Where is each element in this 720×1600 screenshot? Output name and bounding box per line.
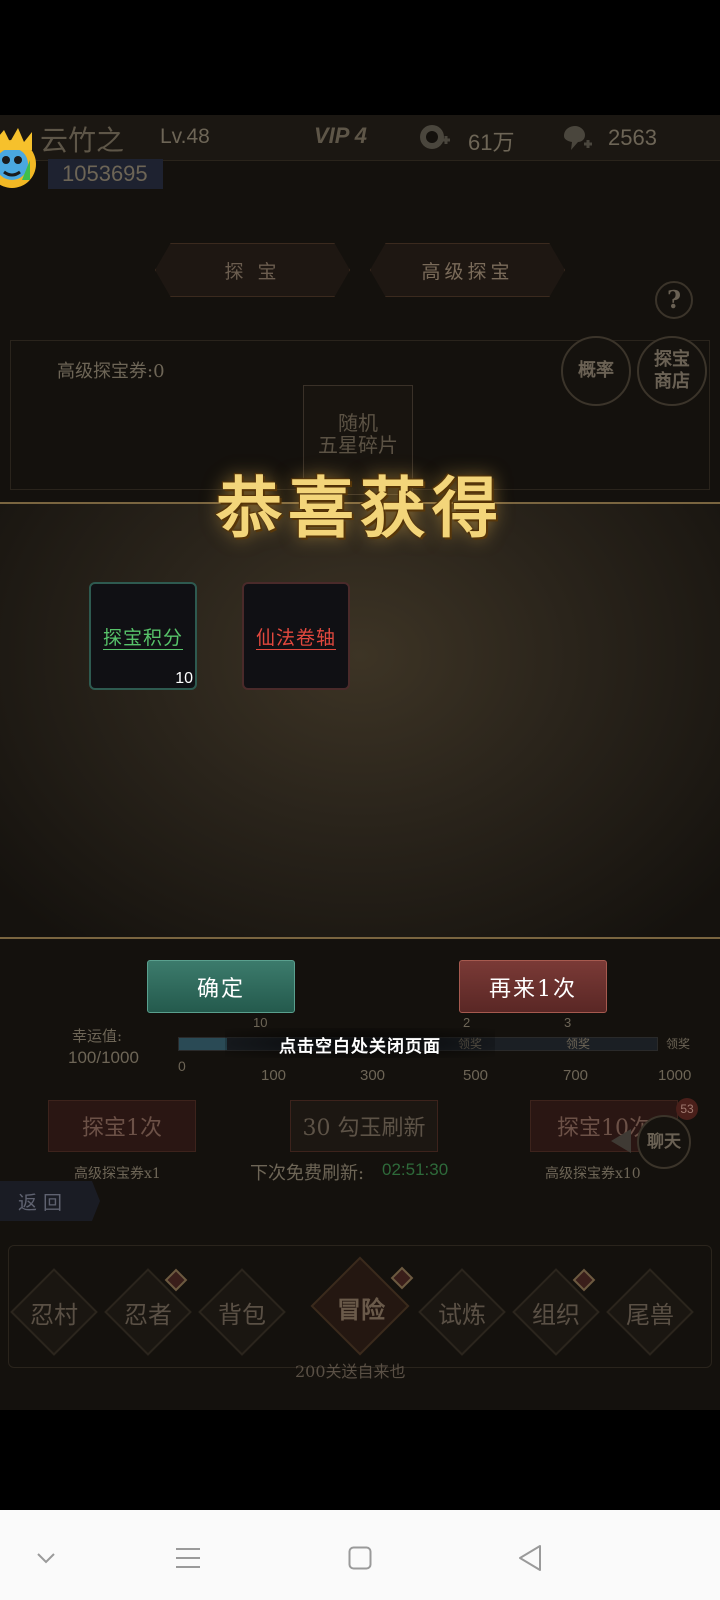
nav-tailed-beast[interactable]: 尾兽 [606,1268,694,1356]
nav-tailed-beast-label: 尾兽 [626,1300,674,1329]
gem-icon [558,122,594,154]
chat-button[interactable]: 聊天 [637,1115,691,1169]
nav-bag[interactable]: 背包 [198,1268,286,1356]
nav-adventure-label: 冒险 [337,1294,385,1324]
ticket-count: 高级探宝券:0 [57,361,165,382]
milestone-100: 100 [261,1067,287,1084]
system-nav-bar [0,1510,720,1600]
luck-start: 0 [178,1058,186,1074]
draw-ten-cost: 高级探宝券x10 [545,1166,641,1182]
free-refresh-timer: 02:51:30 [382,1160,449,1179]
tab-treasure[interactable]: 探 宝 [155,243,350,297]
adventure-subtitle: 200关送自来也 [295,1362,406,1381]
reward-item-name: 探宝积分 [102,626,183,649]
help-icon[interactable]: ? [655,281,693,319]
chat-badge: 53 [676,1098,698,1120]
free-refresh-label: 下次免费刷新: [250,1163,365,1184]
power-value: 1053695 [62,161,148,186]
reward-item[interactable]: 探宝积分 10 [89,582,197,690]
coin-icon [418,122,452,152]
back-triangle-icon[interactable] [512,1540,548,1576]
reward-item[interactable]: 仙法卷轴 [242,582,350,690]
reward-item-name: 仙法卷轴 [255,626,336,649]
menu-icon[interactable] [170,1540,206,1576]
refresh-button[interactable]: 30 勾玉刷新 [290,1100,438,1152]
close-hint[interactable]: 点击空白处关闭页面 [0,1032,720,1057]
chat-arrow-icon[interactable] [605,1125,637,1157]
chevron-down-icon[interactable] [28,1540,64,1576]
tab-advanced-treasure[interactable]: 高级探宝 [370,243,565,297]
nav-village-label: 忍村 [30,1300,78,1329]
milestone-500: 500 [463,1067,489,1084]
milestone-top-700: 3 [564,1015,572,1030]
prize-line-2: 五星碎片 [318,433,398,457]
nav-bag-label: 背包 [218,1300,266,1329]
vip-badge[interactable]: VIP 4 [314,123,367,149]
probability-button[interactable]: 概率 [561,336,631,406]
coin-amount: 61万 [468,130,515,155]
back-button[interactable]: 返 回 [0,1181,100,1221]
nav-trial-label: 试炼 [438,1300,486,1329]
treasure-shop-button[interactable]: 探宝 商店 [637,336,707,406]
shop-label-1: 探宝 [654,349,690,370]
player-level: Lv.48 [160,125,210,148]
reward-item-count: 10 [175,670,193,687]
draw-once-cost: 高级探宝券x1 [74,1166,161,1182]
gem-amount: 2563 [608,125,657,150]
nav-trial[interactable]: 试炼 [418,1268,506,1356]
player-avatar[interactable] [0,118,42,202]
draw-once-button[interactable]: 探宝1次 [48,1100,196,1152]
nav-village[interactable]: 忍村 [10,1268,98,1356]
popup-title: 恭喜获得 [216,469,504,547]
shop-label-2: 商店 [654,371,690,392]
home-icon[interactable] [342,1540,378,1576]
draw-again-button[interactable]: 再来1次 [459,960,607,1013]
prize-line-1: 随机 [338,411,378,435]
nav-organization-label: 组织 [532,1300,580,1329]
milestone-700: 700 [563,1067,589,1084]
milestone-1000: 1000 [658,1067,692,1084]
reward-popup [0,502,720,939]
nav-ninja-label: 忍者 [124,1300,172,1329]
milestone-300: 300 [360,1067,386,1084]
player-name: 云竹之 [40,124,125,157]
confirm-button[interactable]: 确定 [147,960,295,1013]
